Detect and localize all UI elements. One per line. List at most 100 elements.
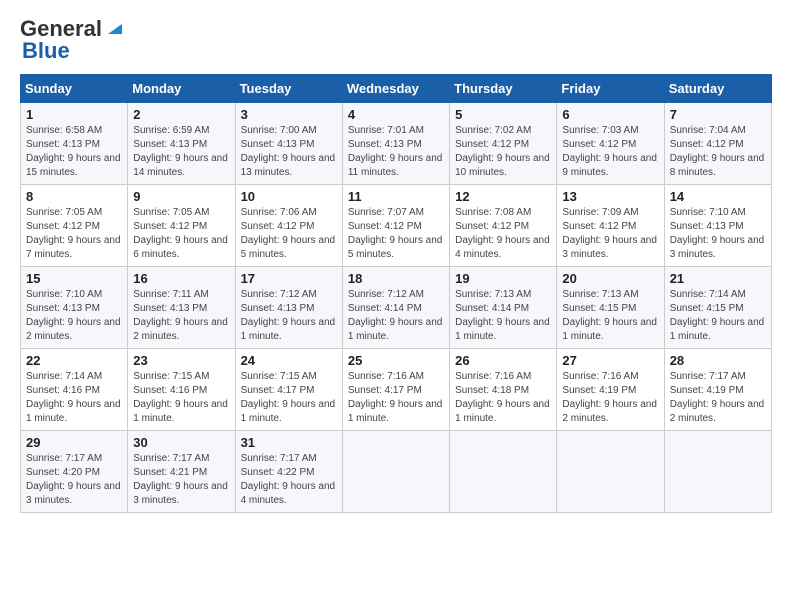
day-number: 3: [241, 107, 337, 122]
day-info: Sunrise: 7:12 AMSunset: 4:13 PMDaylight:…: [241, 288, 337, 344]
calendar-week-row: 29Sunrise: 7:17 AMSunset: 4:20 PMDayligh…: [21, 431, 772, 513]
day-info: Sunrise: 7:17 AMSunset: 4:22 PMDaylight:…: [241, 452, 337, 508]
day-info: Sunrise: 7:00 AMSunset: 4:13 PMDaylight:…: [241, 124, 337, 180]
calendar-cell: 7 Sunrise: 7:04 AMSunset: 4:12 PMDaylight…: [664, 103, 771, 185]
day-info: Sunrise: 6:58 AMSunset: 4:13 PMDaylight:…: [26, 124, 122, 180]
calendar-cell: 25Sunrise: 7:16 AMSunset: 4:17 PMDayligh…: [342, 349, 449, 431]
day-number: 21: [670, 271, 766, 286]
day-info: Sunrise: 7:16 AMSunset: 4:18 PMDaylight:…: [455, 370, 551, 426]
day-number: 10: [241, 189, 337, 204]
day-info: Sunrise: 7:09 AMSunset: 4:12 PMDaylight:…: [562, 206, 658, 262]
calendar-cell: 23Sunrise: 7:15 AMSunset: 4:16 PMDayligh…: [128, 349, 235, 431]
day-number: 9: [133, 189, 229, 204]
calendar-cell: 6 Sunrise: 7:03 AMSunset: 4:12 PMDaylight…: [557, 103, 664, 185]
calendar-cell: 26 Sunrise: 7:16 AMSunset: 4:18 PMDayligh…: [450, 349, 557, 431]
day-info: Sunrise: 7:06 AMSunset: 4:12 PMDaylight:…: [241, 206, 337, 262]
day-info: Sunrise: 7:11 AMSunset: 4:13 PMDaylight:…: [133, 288, 229, 344]
calendar-cell: 30 Sunrise: 7:17 AMSunset: 4:21 PMDayligh…: [128, 431, 235, 513]
day-of-week-header: Friday: [557, 75, 664, 103]
calendar-cell: 28 Sunrise: 7:17 AMSunset: 4:19 PMDayligh…: [664, 349, 771, 431]
day-of-week-header: Thursday: [450, 75, 557, 103]
day-info: Sunrise: 7:13 AMSunset: 4:15 PMDaylight:…: [562, 288, 658, 344]
day-number: 8: [26, 189, 122, 204]
day-number: 28: [670, 353, 766, 368]
day-info: Sunrise: 6:59 AMSunset: 4:13 PMDaylight:…: [133, 124, 229, 180]
day-number: 26: [455, 353, 551, 368]
day-number: 27: [562, 353, 658, 368]
calendar-cell: 1 Sunrise: 6:58 AMSunset: 4:13 PMDaylight…: [21, 103, 128, 185]
calendar-header-row: SundayMondayTuesdayWednesdayThursdayFrid…: [21, 75, 772, 103]
calendar-cell: 5 Sunrise: 7:02 AMSunset: 4:12 PMDaylight…: [450, 103, 557, 185]
logo: General Blue: [20, 16, 126, 64]
calendar-cell: [664, 431, 771, 513]
calendar-cell: 31 Sunrise: 7:17 AMSunset: 4:22 PMDayligh…: [235, 431, 342, 513]
day-info: Sunrise: 7:10 AMSunset: 4:13 PMDaylight:…: [670, 206, 766, 262]
calendar-cell: 8Sunrise: 7:05 AMSunset: 4:12 PMDaylight…: [21, 185, 128, 267]
calendar-week-row: 22Sunrise: 7:14 AMSunset: 4:16 PMDayligh…: [21, 349, 772, 431]
calendar-cell: 24 Sunrise: 7:15 AMSunset: 4:17 PMDayligh…: [235, 349, 342, 431]
day-info: Sunrise: 7:14 AMSunset: 4:15 PMDaylight:…: [670, 288, 766, 344]
day-number: 18: [348, 271, 444, 286]
day-number: 4: [348, 107, 444, 122]
calendar-cell: 29Sunrise: 7:17 AMSunset: 4:20 PMDayligh…: [21, 431, 128, 513]
day-info: Sunrise: 7:02 AMSunset: 4:12 PMDaylight:…: [455, 124, 551, 180]
day-info: Sunrise: 7:04 AMSunset: 4:12 PMDaylight:…: [670, 124, 766, 180]
day-info: Sunrise: 7:10 AMSunset: 4:13 PMDaylight:…: [26, 288, 122, 344]
calendar-cell: [557, 431, 664, 513]
day-info: Sunrise: 7:12 AMSunset: 4:14 PMDaylight:…: [348, 288, 444, 344]
day-number: 17: [241, 271, 337, 286]
day-number: 12: [455, 189, 551, 204]
day-of-week-header: Saturday: [664, 75, 771, 103]
day-number: 7: [670, 107, 766, 122]
day-number: 1: [26, 107, 122, 122]
day-info: Sunrise: 7:13 AMSunset: 4:14 PMDaylight:…: [455, 288, 551, 344]
calendar-table: SundayMondayTuesdayWednesdayThursdayFrid…: [20, 74, 772, 513]
day-info: Sunrise: 7:08 AMSunset: 4:12 PMDaylight:…: [455, 206, 551, 262]
calendar-cell: 2Sunrise: 6:59 AMSunset: 4:13 PMDaylight…: [128, 103, 235, 185]
day-number: 14: [670, 189, 766, 204]
calendar-cell: 17 Sunrise: 7:12 AMSunset: 4:13 PMDayligh…: [235, 267, 342, 349]
day-number: 6: [562, 107, 658, 122]
day-info: Sunrise: 7:16 AMSunset: 4:17 PMDaylight:…: [348, 370, 444, 426]
calendar-cell: 4Sunrise: 7:01 AMSunset: 4:13 PMDaylight…: [342, 103, 449, 185]
calendar-week-row: 8 Sunrise: 7:05 AMSunset: 4:12 PMDaylight…: [21, 185, 772, 267]
calendar-week-row: 15Sunrise: 7:10 AMSunset: 4:13 PMDayligh…: [21, 267, 772, 349]
day-number: 19: [455, 271, 551, 286]
calendar-cell: 9 Sunrise: 7:05 AMSunset: 4:12 PMDaylight…: [128, 185, 235, 267]
calendar-cell: 27Sunrise: 7:16 AMSunset: 4:19 PMDayligh…: [557, 349, 664, 431]
day-info: Sunrise: 7:17 AMSunset: 4:19 PMDaylight:…: [670, 370, 766, 426]
calendar-cell: 11 Sunrise: 7:07 AMSunset: 4:12 PMDayligh…: [342, 185, 449, 267]
day-number: 16: [133, 271, 229, 286]
day-info: Sunrise: 7:07 AMSunset: 4:12 PMDaylight:…: [348, 206, 444, 262]
calendar-cell: 16 Sunrise: 7:11 AMSunset: 4:13 PMDayligh…: [128, 267, 235, 349]
calendar-week-row: 1 Sunrise: 6:58 AMSunset: 4:13 PMDaylight…: [21, 103, 772, 185]
calendar-cell: [342, 431, 449, 513]
day-of-week-header: Wednesday: [342, 75, 449, 103]
day-number: 11: [348, 189, 444, 204]
calendar-cell: 10 Sunrise: 7:06 AMSunset: 4:12 PMDayligh…: [235, 185, 342, 267]
day-number: 30: [133, 435, 229, 450]
calendar-cell: 3 Sunrise: 7:00 AMSunset: 4:13 PMDaylight…: [235, 103, 342, 185]
day-info: Sunrise: 7:05 AMSunset: 4:12 PMDaylight:…: [133, 206, 229, 262]
calendar-cell: 12 Sunrise: 7:08 AMSunset: 4:12 PMDayligh…: [450, 185, 557, 267]
day-of-week-header: Sunday: [21, 75, 128, 103]
day-number: 31: [241, 435, 337, 450]
day-number: 24: [241, 353, 337, 368]
calendar-cell: 18 Sunrise: 7:12 AMSunset: 4:14 PMDayligh…: [342, 267, 449, 349]
day-number: 23: [133, 353, 229, 368]
day-info: Sunrise: 7:15 AMSunset: 4:17 PMDaylight:…: [241, 370, 337, 426]
day-of-week-header: Tuesday: [235, 75, 342, 103]
calendar-cell: 21 Sunrise: 7:14 AMSunset: 4:15 PMDayligh…: [664, 267, 771, 349]
day-number: 29: [26, 435, 122, 450]
calendar-cell: [450, 431, 557, 513]
calendar-cell: 22Sunrise: 7:14 AMSunset: 4:16 PMDayligh…: [21, 349, 128, 431]
day-number: 20: [562, 271, 658, 286]
day-info: Sunrise: 7:17 AMSunset: 4:21 PMDaylight:…: [133, 452, 229, 508]
day-number: 5: [455, 107, 551, 122]
logo-blue: Blue: [22, 38, 70, 64]
day-number: 22: [26, 353, 122, 368]
calendar-cell: 20 Sunrise: 7:13 AMSunset: 4:15 PMDayligh…: [557, 267, 664, 349]
calendar-cell: 15Sunrise: 7:10 AMSunset: 4:13 PMDayligh…: [21, 267, 128, 349]
logo-icon: [104, 16, 126, 38]
day-info: Sunrise: 7:03 AMSunset: 4:12 PMDaylight:…: [562, 124, 658, 180]
